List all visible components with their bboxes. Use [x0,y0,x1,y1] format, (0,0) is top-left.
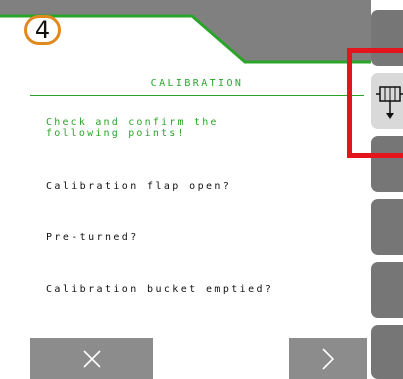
highlight-frame [347,48,403,158]
checklist-item-bucket-emptied[interactable]: Calibration bucket emptied? [46,284,273,295]
checklist-item-pre-turned[interactable]: Pre-turned? [46,232,139,243]
title-divider [30,95,364,96]
close-icon [82,349,101,368]
chevron-right-icon [322,347,335,370]
next-button[interactable] [289,338,367,379]
instruction-text: Check and confirm the following points! [46,117,219,139]
side-softkey-5[interactable] [371,262,403,318]
terminal-screen: 4 CALIBRATION Check and confirm the foll… [0,0,403,379]
step-number-badge: 4 [24,15,61,45]
cancel-button[interactable] [30,338,153,379]
page-title: CALIBRATION [150,78,244,89]
side-softkey-4[interactable] [371,199,403,255]
checklist-item-flap-open[interactable]: Calibration flap open? [46,181,231,192]
side-softkey-6[interactable] [371,325,403,379]
